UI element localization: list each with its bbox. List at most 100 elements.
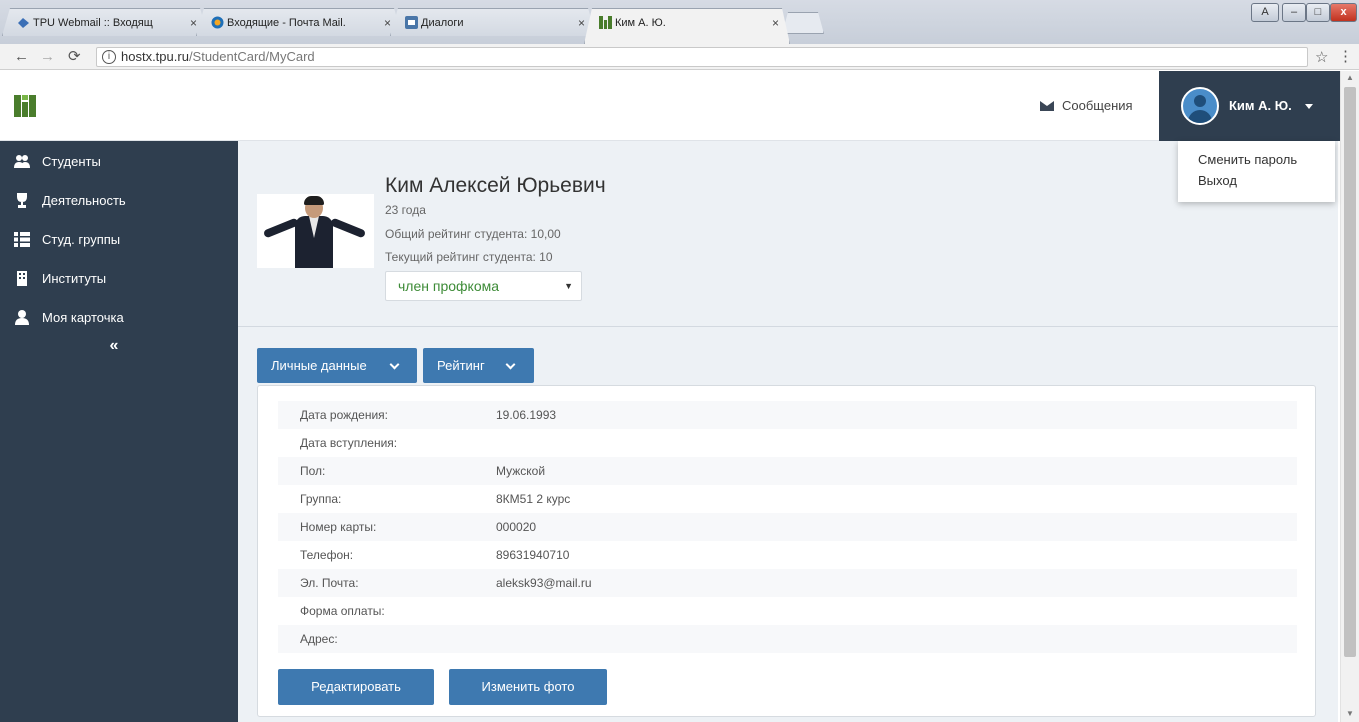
sidebar-item-label: Студ. группы: [42, 232, 121, 247]
status-value: член профкома: [398, 278, 500, 294]
forward-arrow-icon[interactable]: →: [40, 48, 55, 66]
tab-label: Рейтинг: [437, 358, 485, 373]
user-name: Ким А. Ю.: [1229, 98, 1292, 113]
total-rating: Общий рейтинг студента: 10,00: [385, 227, 561, 241]
edit-button[interactable]: Редактировать: [278, 669, 434, 705]
caret-down-icon: [1305, 104, 1313, 109]
scroll-up-icon[interactable]: ▲: [1346, 73, 1354, 82]
sidebar-item-institutes[interactable]: Институты: [0, 258, 238, 297]
main-content: Ким Алексей Юрьевич 23 года Общий рейтин…: [238, 141, 1338, 722]
chevron-down-icon: [389, 359, 400, 370]
close-icon[interactable]: ×: [578, 9, 585, 36]
change-photo-button[interactable]: Изменить фото: [449, 669, 607, 705]
user-dropdown: Сменить пароль Выход: [1178, 141, 1335, 202]
sidebar-collapse-button[interactable]: «: [0, 336, 238, 360]
messages-link[interactable]: Сообщения: [1040, 71, 1133, 141]
browser-tab-dialogs[interactable]: Диалоги ×: [390, 8, 596, 36]
row-label: Телефон:: [300, 548, 354, 562]
minimize-button[interactable]: –: [1282, 3, 1306, 22]
table-row: Номер карты: 000020: [278, 513, 1297, 541]
personal-data-card: Дата рождения: 19.06.1993 Дата вступлени…: [257, 385, 1316, 717]
table-row: Форма оплаты:: [278, 597, 1297, 625]
tab-personal-data[interactable]: Личные данные: [257, 348, 417, 383]
logout-item[interactable]: Выход: [1178, 170, 1335, 191]
mail-ru-icon: [211, 16, 224, 29]
table-row: Телефон: 89631940710: [278, 541, 1297, 569]
table-row: Группа: 8КМ51 2 курс: [278, 485, 1297, 513]
sidebar-item-students[interactable]: Студенты: [0, 141, 238, 180]
profile-header: Ким Алексей Юрьевич 23 года Общий рейтин…: [238, 141, 1338, 327]
info-icon[interactable]: i: [102, 50, 116, 64]
user-profile-button[interactable]: A: [1251, 3, 1279, 22]
trophy-icon: [17, 193, 27, 208]
sidebar-item-my-card[interactable]: Моя карточка: [0, 297, 238, 336]
sidebar-item-label: Деятельность: [42, 193, 126, 208]
app-logo[interactable]: [14, 95, 36, 117]
url-input[interactable]: i hostx.tpu.ru/StudentCard/MyCard: [96, 47, 1308, 67]
envelope-icon: [1040, 101, 1054, 111]
address-bar: ← → ⟳ i hostx.tpu.ru/StudentCard/MyCard …: [0, 44, 1359, 70]
sidebar-item-label: Институты: [42, 271, 107, 286]
student-age: 23 года: [385, 203, 426, 217]
app-header: Сообщения Ким А. Ю.: [0, 71, 1340, 141]
sidebar: Студенты Деятельность Студ. группы Инсти…: [0, 141, 238, 722]
close-icon[interactable]: ×: [190, 9, 197, 36]
messages-label: Сообщения: [1062, 98, 1133, 113]
new-tab-button[interactable]: [782, 12, 824, 34]
browser-menu-icon[interactable]: ⋮: [1338, 47, 1353, 65]
row-value: 000020: [496, 520, 537, 534]
tab-title: Диалоги: [421, 17, 464, 29]
student-full-name: Ким Алексей Юрьевич: [385, 174, 606, 197]
browser-tab-mailru[interactable]: Входящие - Почта Mail. ×: [196, 8, 402, 36]
chat-icon: [405, 16, 418, 29]
scroll-down-icon[interactable]: ▼: [1346, 709, 1354, 718]
back-arrow-icon[interactable]: ←: [14, 48, 29, 66]
building-icon: [17, 271, 27, 286]
table-row: Адрес:: [278, 625, 1297, 653]
table-row: Эл. Почта: aleksk93@mail.ru: [278, 569, 1297, 597]
chevron-down-icon: [505, 359, 516, 370]
maximize-button[interactable]: □: [1306, 3, 1330, 22]
select-arrow-icon: ▼: [564, 281, 573, 291]
row-value: 19.06.1993: [496, 408, 557, 422]
sidebar-item-activity[interactable]: Деятельность: [0, 180, 238, 219]
users-icon: [14, 155, 30, 168]
status-select[interactable]: член профкома ▼: [385, 271, 582, 301]
url-host: hostx.tpu.ru: [121, 49, 189, 64]
table-row: Пол: Мужской: [278, 457, 1297, 485]
close-icon[interactable]: ×: [772, 9, 779, 37]
window-close-button[interactable]: x: [1330, 3, 1357, 22]
student-photo: [257, 194, 374, 268]
reload-icon[interactable]: ⟳: [68, 48, 81, 66]
row-value: aleksk93@mail.ru: [496, 576, 592, 590]
tab-title: Входящие - Почта Mail.: [227, 17, 346, 29]
row-label: Дата вступления:: [300, 436, 398, 450]
row-value: 89631940710: [496, 548, 570, 562]
browser-tab-bar: TPU Webmail :: Входящ × Входящие - Почта…: [0, 0, 1359, 44]
tab-title: TPU Webmail :: Входящ: [33, 17, 153, 29]
browser-tab-active[interactable]: Ким А. Ю. ×: [584, 8, 790, 44]
user-icon: [15, 310, 29, 325]
change-password-item[interactable]: Сменить пароль: [1178, 149, 1335, 170]
table-row: Дата вступления:: [278, 429, 1297, 457]
row-label: Форма оплаты:: [300, 604, 385, 618]
tab-rating[interactable]: Рейтинг: [423, 348, 534, 383]
tab-title: Ким А. Ю.: [615, 17, 666, 29]
sidebar-item-label: Моя карточка: [42, 310, 124, 325]
browser-tab-webmail[interactable]: TPU Webmail :: Входящ ×: [2, 8, 208, 36]
url-path: /StudentCard/MyCard: [188, 49, 315, 64]
row-label: Эл. Почта:: [300, 576, 359, 590]
sidebar-item-groups[interactable]: Студ. группы: [0, 219, 238, 258]
row-label: Адрес:: [300, 632, 338, 646]
row-label: Номер карты:: [300, 520, 377, 534]
site-logo-icon: [599, 16, 612, 29]
row-label: Группа:: [300, 492, 342, 506]
row-value: 8КМ51 2 курс: [496, 492, 571, 506]
scrollbar-thumb[interactable]: [1344, 87, 1356, 657]
bookmark-star-icon[interactable]: ☆: [1315, 48, 1328, 66]
close-icon[interactable]: ×: [384, 9, 391, 36]
page-scrollbar[interactable]: ▲ ▼: [1340, 71, 1359, 722]
row-label: Дата рождения:: [300, 408, 388, 422]
user-menu-toggle[interactable]: Ким А. Ю.: [1159, 71, 1340, 141]
list-icon: [14, 232, 30, 247]
